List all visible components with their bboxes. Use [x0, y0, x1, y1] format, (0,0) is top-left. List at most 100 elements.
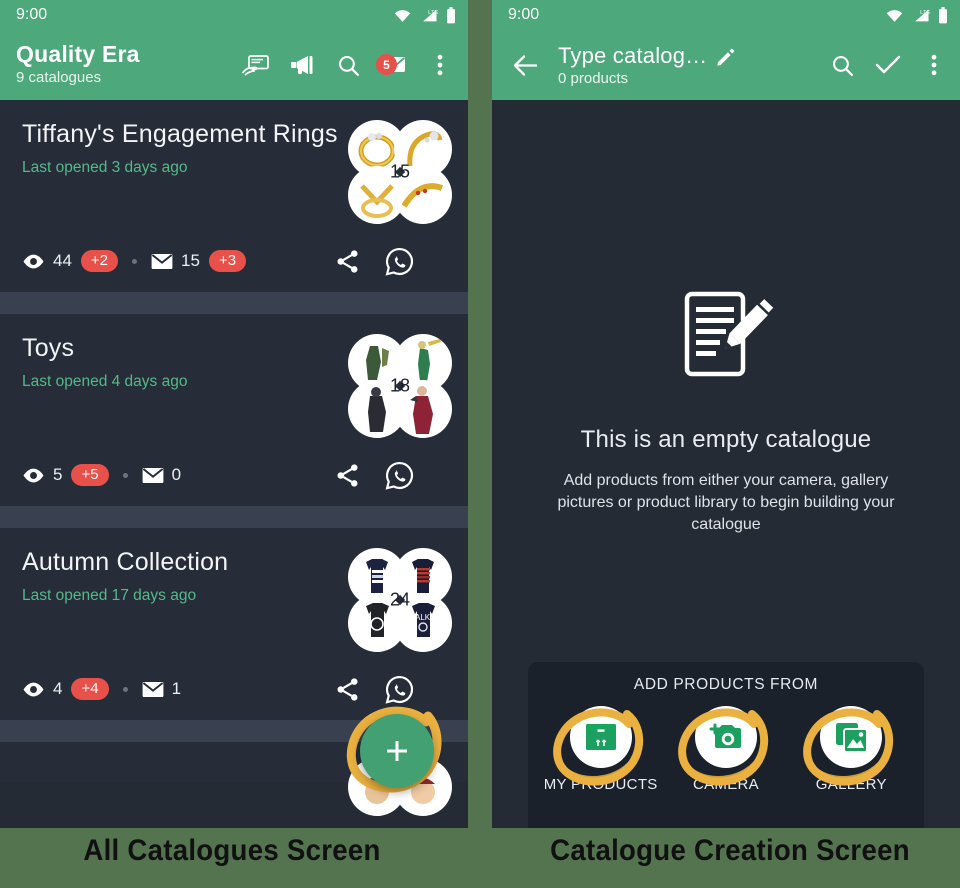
catalogue-count: 9 catalogues	[16, 68, 102, 86]
page-title: Quality Era	[16, 41, 140, 67]
status-time: 9:00	[508, 6, 540, 23]
inbox-button[interactable]: 5	[374, 45, 414, 85]
eye-icon	[23, 254, 44, 268]
views-count: 4	[53, 679, 63, 698]
back-arrow-icon	[513, 54, 537, 76]
back-button[interactable]	[502, 42, 548, 88]
catalogue-title: Tiffany's Engagement Rings	[22, 120, 338, 148]
inbox-badge: 5	[376, 54, 397, 75]
gallery-label: GALLERY	[815, 776, 887, 793]
views-stat: 44	[22, 251, 72, 271]
catalogue-card[interactable]: Tiffany's Engagement Rings Last opened 3…	[0, 100, 468, 292]
catalogue-creation-screen: 9:00 LTE Type catalog… 0 products This i…	[492, 0, 960, 828]
svg-text:LTE: LTE	[428, 9, 438, 15]
card-top: Toys Last opened 4 days ago 18	[22, 332, 452, 438]
catalogue-list[interactable]: Tiffany's Engagement Rings Last opened 3…	[0, 100, 468, 828]
app-bar-actions	[822, 45, 954, 85]
visiting-card-button[interactable]	[236, 45, 276, 85]
figure-captions: All Catalogues Screen Catalogue Creation…	[0, 828, 960, 888]
catalogue-card[interactable]: Autumn Collection Last opened 17 days ag…	[0, 528, 468, 720]
lte-signal-icon: LTE	[915, 9, 931, 21]
empty-state-description: Add products from either your camera, ga…	[557, 472, 895, 534]
left-screen-caption: All Catalogues Screen	[83, 834, 381, 867]
catalogue-stats: 44 +2 15 +3	[22, 250, 247, 272]
add-catalogue-fab-wrap	[342, 696, 452, 806]
status-time: 9:00	[16, 6, 48, 23]
views-stat: 4	[22, 679, 62, 699]
overflow-menu-icon	[437, 54, 443, 76]
my-products-option[interactable]: MY PRODUCTS	[542, 696, 660, 793]
whatsapp-button[interactable]	[382, 244, 416, 278]
catalogue-thumbnail-cluster[interactable]: 15	[348, 120, 452, 224]
stat-separator	[132, 258, 138, 264]
battery-icon	[447, 6, 455, 23]
search-button[interactable]	[822, 45, 862, 85]
empty-state-title: This is an empty catalogue	[580, 426, 872, 453]
status-icon-group: LTE	[393, 6, 456, 24]
status-bar-right: 9:00 LTE	[492, 0, 960, 30]
eye-icon	[23, 468, 44, 482]
catalogue-card[interactable]: Toys Last opened 4 days ago 18 5 +5 0	[0, 314, 468, 506]
stat-separator	[122, 472, 128, 478]
search-button[interactable]	[328, 45, 368, 85]
catalogue-last-opened: Last opened 4 days ago	[22, 373, 188, 390]
catalogue-stats: 5 +5 0	[22, 464, 181, 486]
product-count: 15	[389, 161, 411, 182]
share-button[interactable]	[330, 458, 364, 492]
add-products-options: MY PRODUCTS CAMERA GALLERY	[538, 696, 914, 793]
card-actions	[330, 244, 452, 278]
whatsapp-button[interactable]	[382, 458, 416, 492]
add-catalogue-fab[interactable]	[360, 714, 434, 788]
svg-text:ALK: ALK	[415, 613, 431, 622]
camera-option[interactable]: CAMERA	[667, 696, 785, 793]
pencil-icon[interactable]	[715, 46, 736, 67]
catalogue-title: Autumn Collection	[22, 548, 229, 576]
photo-library-icon	[835, 722, 868, 753]
views-count: 5	[53, 465, 63, 484]
hand-card-icon	[242, 55, 269, 76]
enquiries-stat: 1	[142, 679, 181, 699]
envelope-icon	[142, 681, 163, 697]
empty-catalogue-body: This is an empty catalogue Add products …	[492, 100, 960, 828]
camera-plus-icon	[709, 723, 741, 748]
catalogue-thumbnail-cluster[interactable]: ALK 24	[348, 548, 452, 652]
catalogue-title: Toys	[22, 334, 75, 362]
views-delta: +2	[80, 250, 119, 272]
catalogue-last-opened: Last opened 3 days ago	[22, 159, 188, 176]
overflow-menu-button[interactable]	[914, 45, 954, 85]
broadcast-button[interactable]	[282, 45, 322, 85]
all-catalogues-screen: 9:00 LTE Quality Era 9 catalogues 5 Tiff…	[0, 0, 468, 828]
views-delta: +4	[71, 678, 109, 700]
box-icon	[585, 724, 616, 750]
phone-screens: 9:00 LTE Quality Era 9 catalogues 5 Tiff…	[0, 0, 960, 828]
app-bar-left: Quality Era 9 catalogues 5	[0, 30, 468, 100]
catalogue-last-opened: Last opened 17 days ago	[22, 587, 197, 604]
svg-text:LTE: LTE	[920, 9, 930, 15]
gallery-option[interactable]: GALLERY	[792, 696, 910, 793]
enquiries-delta: +3	[208, 250, 247, 272]
right-screen-caption: Catalogue Creation Screen	[550, 834, 910, 867]
share-button[interactable]	[330, 244, 364, 278]
envelope-icon	[151, 253, 173, 269]
card-info: Autumn Collection Last opened 17 days ag…	[22, 546, 348, 605]
catalogue-name-row[interactable]: Type catalog…	[558, 43, 736, 69]
card-top: Tiffany's Engagement Rings Last opened 3…	[22, 118, 452, 224]
app-bar-right: Type catalog… 0 products	[492, 30, 960, 100]
product-count: 18	[389, 375, 411, 396]
camera-label: CAMERA	[692, 776, 759, 793]
enquiries-count: 15	[181, 251, 200, 270]
app-bar-actions: 5	[236, 45, 460, 85]
search-icon	[832, 55, 853, 76]
add-products-sheet-title: ADD PRODUCTS FROM	[633, 676, 819, 693]
views-delta: +5	[71, 464, 109, 486]
document-pencil-icon	[684, 291, 776, 377]
enquiries-count: 1	[171, 679, 182, 698]
list-separator	[0, 506, 468, 528]
overflow-menu-button[interactable]	[420, 45, 460, 85]
comparison-figure: 9:00 LTE Quality Era 9 catalogues 5 Tiff…	[0, 0, 960, 888]
done-button[interactable]	[868, 45, 908, 85]
whatsapp-icon	[385, 247, 413, 276]
enquiries-stat: 0	[142, 465, 181, 485]
catalogue-thumbnail-cluster[interactable]: 18	[348, 334, 452, 438]
app-bar-titles: Quality Era 9 catalogues	[16, 41, 140, 88]
